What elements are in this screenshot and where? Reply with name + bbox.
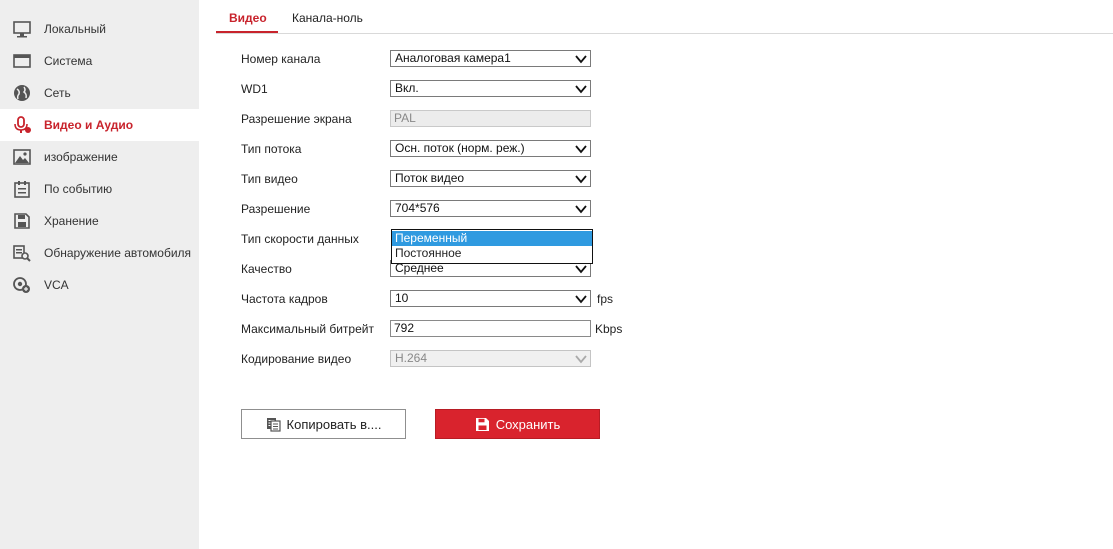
chevron-down-icon: [575, 145, 587, 154]
sidebar-item-video-audio[interactable]: Видео и Аудио: [0, 109, 199, 141]
sidebar-item-label: Хранение: [44, 214, 99, 228]
image-icon: [13, 149, 31, 165]
channel-number-label: Номер канала: [241, 52, 321, 66]
save-label: Сохранить: [495, 416, 561, 432]
chevron-down-icon: [575, 55, 587, 64]
save-button[interactable]: Сохранить: [435, 409, 600, 439]
frame-rate-unit: fps: [597, 292, 614, 306]
microphone-icon: [14, 116, 31, 133]
copy-icon: [266, 417, 281, 432]
sidebar-item-label: По событию: [44, 182, 113, 196]
floppy-save-icon: [475, 417, 489, 431]
max-bitrate-label: Максимальный битрейт: [241, 322, 374, 336]
video-type-label: Тип видео: [241, 172, 298, 186]
quality-label: Качество: [241, 262, 292, 276]
chevron-down-icon: [575, 295, 587, 304]
resolution-select[interactable]: 704*576: [390, 200, 591, 217]
sidebar-item-label: VCA: [44, 278, 69, 292]
frame-rate-select[interactable]: 10: [390, 290, 591, 307]
channel-number-select[interactable]: Аналоговая камера1: [390, 50, 591, 67]
sidebar-item-vehicle-detection[interactable]: Обнаружение автомобиля: [0, 237, 199, 269]
stream-type-label: Тип потока: [241, 142, 302, 156]
stream-type-select[interactable]: Осн. поток (норм. реж.): [390, 140, 591, 157]
floppy-icon: [14, 213, 30, 229]
sidebar-item-event[interactable]: По событию: [0, 173, 199, 205]
resolution-label: Разрешение: [241, 202, 311, 216]
wd1-select[interactable]: Вкл.: [390, 80, 591, 97]
sidebar-item-system[interactable]: Система: [0, 45, 199, 77]
wd1-label: WD1: [241, 82, 268, 96]
globe-icon: [14, 85, 30, 101]
chevron-down-icon: [575, 265, 587, 274]
sidebar-item-label: Видео и Аудио: [44, 118, 134, 132]
channel-number-value: Аналоговая камера1: [395, 51, 511, 65]
sidebar-item-image[interactable]: изображение: [0, 141, 199, 173]
resolution-value: 704*576: [395, 201, 440, 215]
max-bitrate-input[interactable]: 792: [390, 320, 591, 337]
sidebar-item-label: Обнаружение автомобиля: [44, 246, 192, 260]
tab-channel-zero[interactable]: Канала-ноль: [292, 11, 363, 25]
frame-rate-value: 10: [395, 291, 409, 305]
sidebar-item-label: изображение: [44, 150, 118, 164]
sidebar: Локальный Система Сеть Видео и Аудио изо…: [0, 0, 199, 549]
max-bitrate-unit: Kbps: [595, 322, 623, 336]
sidebar-item-network[interactable]: Сеть: [0, 77, 199, 109]
monitor-icon: [13, 21, 31, 38]
wd1-value: Вкл.: [395, 81, 419, 95]
stream-type-value: Осн. поток (норм. реж.): [395, 141, 525, 155]
video-encoding-select: H.264: [390, 350, 591, 367]
chevron-down-icon: [575, 205, 587, 214]
sidebar-item-label: Система: [44, 54, 93, 68]
calendar-icon: [14, 181, 30, 198]
sidebar-item-storage[interactable]: Хранение: [0, 205, 199, 237]
frame-rate-label: Частота кадров: [241, 292, 328, 306]
bitrate-type-option-variable[interactable]: Переменный: [392, 231, 592, 246]
video-encoding-label: Кодирование видео: [241, 352, 352, 366]
sidebar-item-vca[interactable]: VCA: [0, 269, 199, 301]
sidebar-item-label: Сеть: [44, 86, 71, 100]
active-tab-indicator: [216, 31, 278, 33]
copy-to-label: Копировать в....: [286, 416, 382, 432]
vca-icon: [13, 277, 30, 293]
video-type-value: Поток видео: [395, 171, 465, 185]
resolution-screen-label: Разрешение экрана: [241, 112, 352, 126]
video-type-select[interactable]: Поток видео: [390, 170, 591, 187]
chevron-down-icon: [575, 355, 587, 364]
sidebar-item-label: Локальный: [44, 22, 106, 36]
video-encoding-value: H.264: [395, 351, 428, 365]
bitrate-type-option-constant[interactable]: Постоянное: [392, 246, 592, 261]
chevron-down-icon: [575, 85, 587, 94]
bitrate-type-dropdown[interactable]: Переменный Постоянное: [391, 229, 593, 264]
car-search-icon: [13, 245, 31, 262]
tab-video[interactable]: Видео: [229, 11, 267, 25]
chevron-down-icon: [575, 175, 587, 184]
resolution-screen-field: PAL: [390, 110, 591, 127]
copy-to-button[interactable]: Копировать в....: [241, 409, 406, 439]
bitrate-type-label: Тип скорости данных: [241, 232, 359, 246]
window-icon: [13, 54, 31, 68]
sidebar-item-local[interactable]: Локальный: [0, 13, 199, 45]
